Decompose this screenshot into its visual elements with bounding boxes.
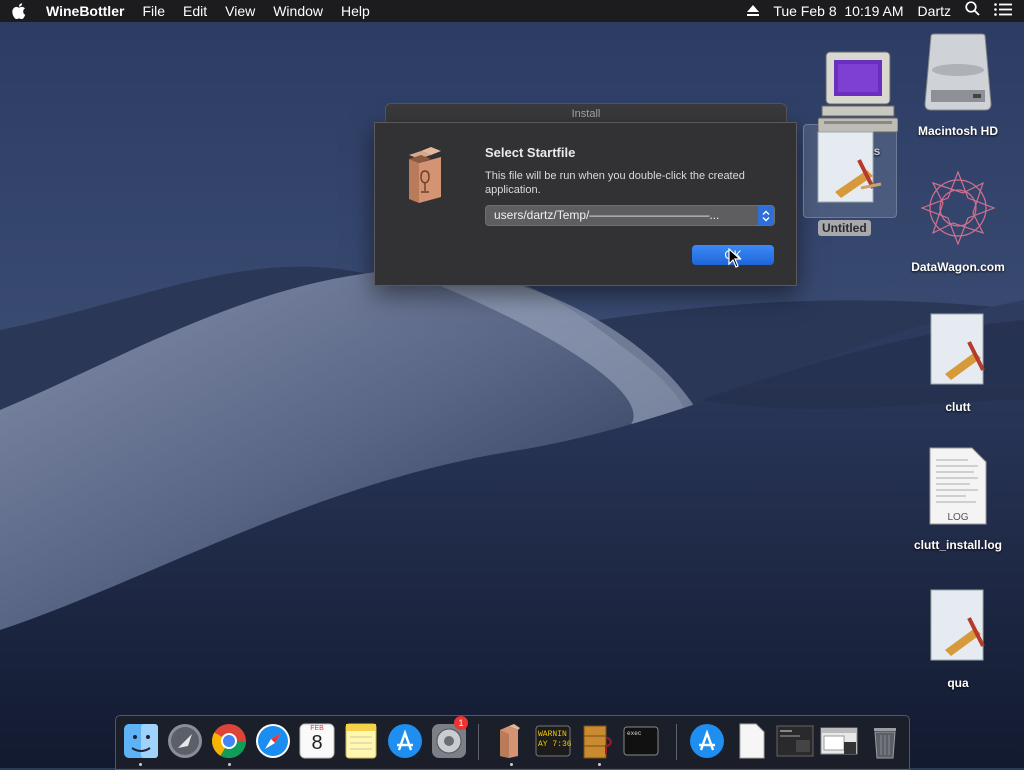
startfile-path-value: users/dartz/Temp/——————————... [494,208,720,222]
menu-window[interactable]: Window [264,0,332,22]
dock-separator [478,724,479,760]
trash-icon[interactable] [866,722,904,760]
qua-label: qua [947,676,969,690]
console-icon[interactable]: WARNIN AY 7:36 [534,722,572,760]
macintosh-hd-icon[interactable]: Macintosh HD [908,30,1008,138]
mouse-pointer-icon [728,247,742,273]
clutt-document-icon[interactable]: clutt [918,312,998,414]
retro-computer-icon[interactable]: as [815,50,900,158]
spotlight-search-icon[interactable] [958,0,987,22]
calendar-month-text: FEB [310,725,324,732]
eject-icon[interactable] [740,0,766,22]
winebottler-dock-icon[interactable] [490,722,528,760]
menu-clock[interactable]: Tue Feb 8 10:19 AM [766,0,910,22]
terminal-text: exec [627,730,642,737]
datawagon-icon[interactable]: DataWagon.com [898,168,1018,274]
clutt-install-log-icon[interactable]: LOG clutt_install.log [898,446,1018,552]
safari-icon[interactable] [254,722,292,760]
untitled-label: Untitled [818,220,871,236]
menu-bar: WineBottler File Edit View Window Help T… [0,0,1024,22]
menu-edit[interactable]: Edit [174,0,216,22]
apple-menu-icon[interactable] [0,3,38,19]
chrome-icon[interactable] [210,722,248,760]
menu-help[interactable]: Help [332,0,379,22]
startfile-popup[interactable]: users/dartz/Temp/——————————... [485,205,775,226]
app-store-stack-icon[interactable] [688,722,726,760]
qua-document-icon[interactable]: qua [918,588,998,690]
menu-user[interactable]: Dartz [911,0,958,22]
screenshot-thumbnail-icon[interactable] [776,722,814,760]
untitled-document-icon[interactable] [815,130,885,213]
app-store-icon[interactable] [386,722,424,760]
winebottler-box-icon [401,145,447,210]
menu-file[interactable]: File [133,0,174,22]
window-thumbnail-icon[interactable] [820,722,858,760]
dialog-heading: Select Startfile [485,145,576,160]
launchpad-icon[interactable] [166,722,204,760]
calendar-day-text: 8 [311,732,323,754]
notes-icon[interactable] [342,722,380,760]
dialog-description: This file will be run when you double-cl… [485,170,745,196]
popup-arrows-icon [758,206,774,225]
dock-separator-2 [676,724,677,760]
winebottler-running-dot [510,763,513,766]
menu-app-name[interactable]: WineBottler [38,0,133,22]
notification-center-icon[interactable] [987,0,1024,22]
calendar-icon[interactable]: FEB 8 [298,722,336,760]
clutt-install-log-label: clutt_install.log [913,538,1002,552]
chrome-running-dot [228,763,231,766]
wine-cabinet-icon[interactable] [578,722,616,760]
finder-icon[interactable] [122,722,160,760]
menu-view[interactable]: View [216,0,264,22]
wine-running-dot [598,763,601,766]
preferences-badge: 1 [454,716,468,730]
terminal-icon[interactable]: exec [622,722,660,760]
system-preferences-icon[interactable]: 1 [430,716,468,760]
datawagon-label: DataWagon.com [911,260,1005,274]
dock: FEB 8 1 WARNIN AY 7:36 exec [115,715,910,770]
finder-running-dot [139,763,142,766]
document-stack-icon[interactable] [732,722,770,760]
clutt-label: clutt [945,400,971,414]
console-warning-text: WARNIN [538,730,567,739]
window-title: Install [571,108,601,120]
macintosh-hd-label: Macintosh HD [917,124,998,138]
console-time-text: AY 7:36 [538,740,572,749]
log-badge-text: LOG [947,512,969,523]
